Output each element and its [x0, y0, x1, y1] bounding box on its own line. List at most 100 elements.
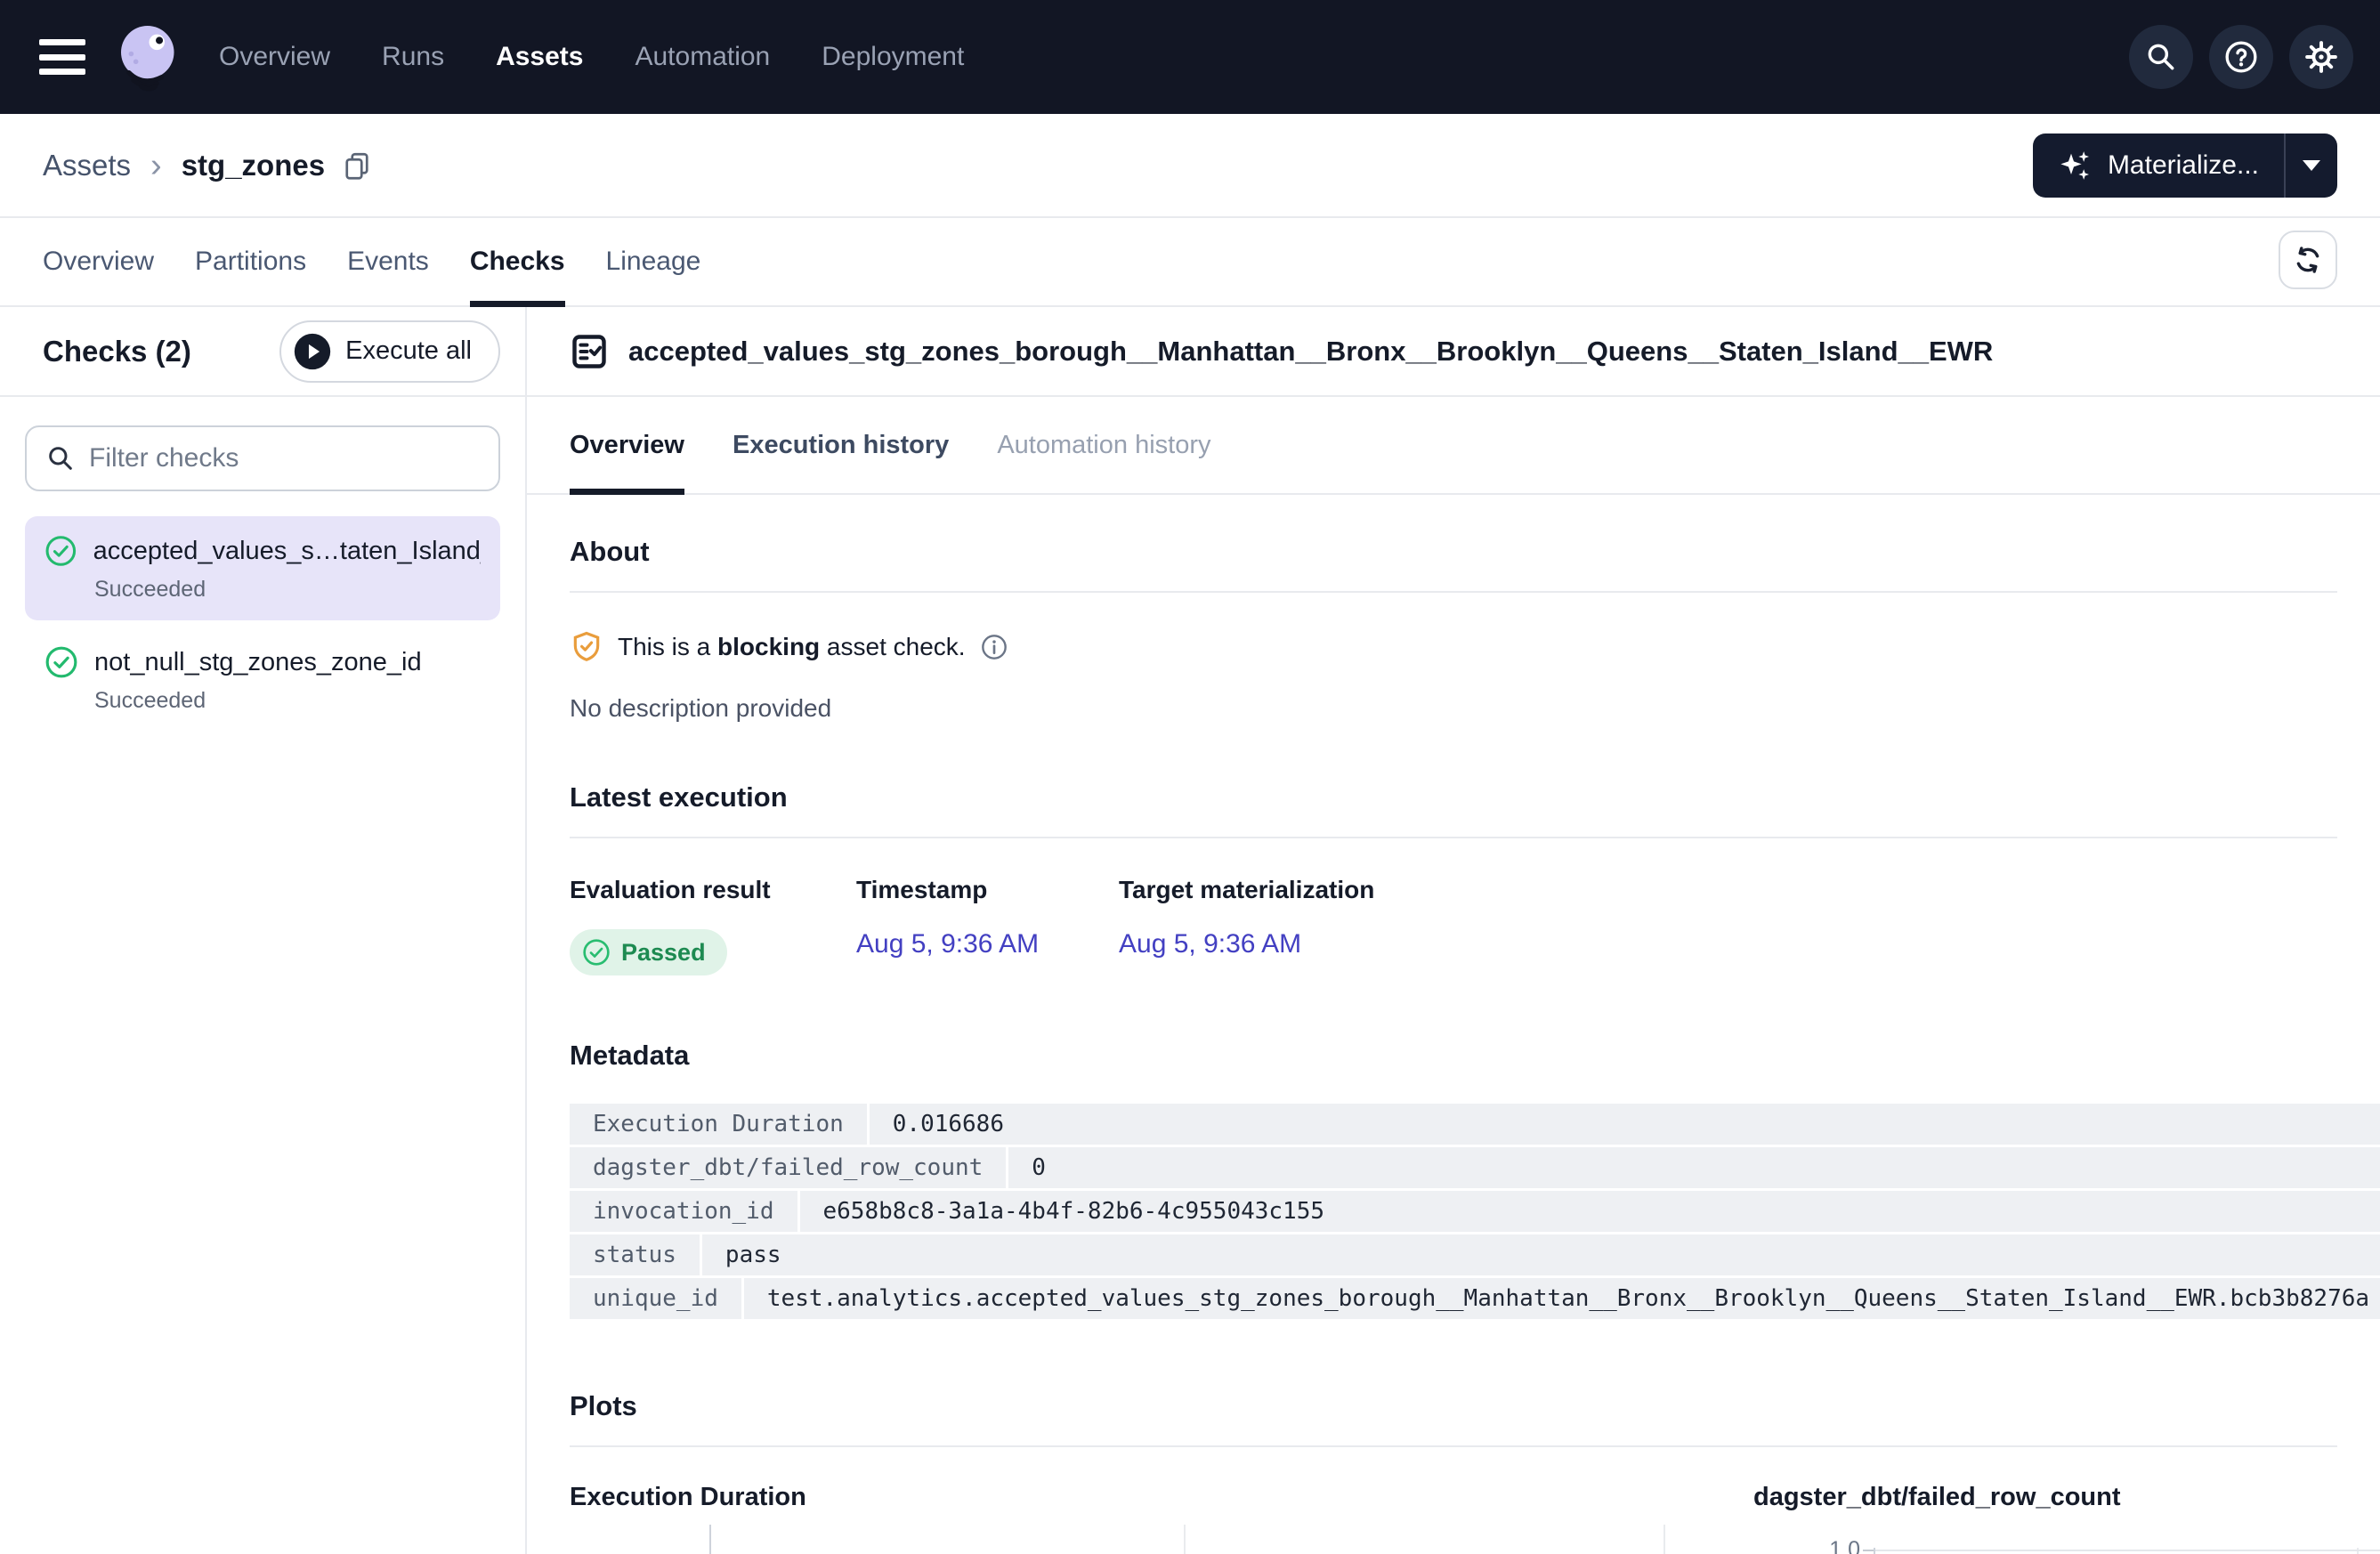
help-icon — [2223, 39, 2259, 75]
latest-execution-heading: Latest execution — [570, 781, 2337, 838]
check-list-item-accepted-values[interactable]: accepted_values_s…taten_Island_ Succeede… — [25, 516, 500, 620]
settings-button[interactable] — [2289, 25, 2353, 89]
latest-execution-grid: Evaluation result Passed — [570, 876, 2337, 975]
nav-assets[interactable]: Assets — [496, 42, 583, 72]
evaluation-result-header: Evaluation result — [570, 876, 856, 904]
checklist-icon — [570, 332, 609, 371]
plots-grid: Execution Duration 0.0174 dagster_dbt/fa… — [570, 1483, 2380, 1554]
copy-icon — [341, 150, 373, 182]
topbar-actions — [2129, 25, 2353, 89]
check-circle-icon — [582, 938, 611, 967]
copy-button[interactable] — [341, 150, 373, 182]
target-materialization-header: Target materialization — [1119, 876, 1374, 904]
metadata-heading: Metadata — [570, 1040, 2337, 1072]
metadata-value: pass — [702, 1234, 2380, 1275]
breadcrumb-assets-link[interactable]: Assets — [43, 149, 131, 182]
filter-checks-search[interactable] — [25, 425, 500, 491]
breadcrumb-row: Assets › stg_zones Materialize... — [0, 114, 2380, 218]
search-icon — [2144, 40, 2178, 74]
target-materialization-link[interactable]: Aug 5, 9:36 AM — [1119, 929, 1301, 959]
metadata-value: test.analytics.accepted_values_stg_zones… — [744, 1278, 2380, 1319]
tab-events[interactable]: Events — [347, 218, 429, 305]
materialize-dropdown-button[interactable] — [2284, 134, 2337, 198]
check-description: No description provided — [570, 694, 2337, 723]
metadata-value: 0.016686 — [870, 1104, 2380, 1145]
nav-runs[interactable]: Runs — [382, 42, 444, 72]
execute-all-label: Execute all — [345, 336, 472, 366]
materialize-button[interactable]: Materialize... — [2033, 134, 2284, 198]
metadata-key: Execution Duration — [570, 1104, 867, 1145]
check-circle-icon — [45, 534, 77, 568]
check-tab-overview[interactable]: Overview — [570, 397, 684, 493]
primary-nav: Overview Runs Assets Automation Deployme… — [219, 42, 964, 72]
checks-sidebar: Checks (2) Execute all — [0, 307, 527, 1554]
tab-partitions[interactable]: Partitions — [195, 218, 306, 305]
refresh-button[interactable] — [2279, 231, 2337, 289]
nav-automation[interactable]: Automation — [635, 42, 770, 72]
nav-overview[interactable]: Overview — [219, 42, 330, 72]
metadata-key: unique_id — [570, 1278, 741, 1319]
check-list-item-not-null[interactable]: not_null_stg_zones_zone_id Succeeded — [25, 627, 500, 732]
filter-checks-input[interactable] — [89, 443, 479, 473]
settings-icon — [2303, 39, 2339, 75]
play-circle-icon — [293, 332, 332, 371]
info-icon[interactable] — [980, 633, 1008, 661]
dagster-app: Overview Runs Assets Automation Deployme… — [0, 0, 2380, 1554]
metadata-value: 0 — [1008, 1147, 2380, 1188]
table-row: unique_id test.analytics.accepted_values… — [570, 1278, 2380, 1319]
top-nav-bar: Overview Runs Assets Automation Deployme… — [0, 0, 2380, 114]
breadcrumb-current-asset: stg_zones — [182, 149, 325, 182]
check-name: not_null_stg_zones_zone_id — [94, 648, 422, 677]
table-row: status pass — [570, 1234, 2380, 1275]
check-detail-tabs: Overview Execution history Automation hi… — [527, 397, 2380, 495]
tab-overview[interactable]: Overview — [43, 218, 154, 305]
check-circle-icon — [45, 645, 78, 679]
nav-deployment[interactable]: Deployment — [822, 42, 964, 72]
breadcrumb-separator: › — [150, 149, 162, 182]
tab-lineage[interactable]: Lineage — [606, 218, 701, 305]
check-tab-automation-history: Automation history — [997, 397, 1210, 493]
timestamp-header: Timestamp — [856, 876, 1119, 904]
caret-down-icon — [2303, 160, 2320, 171]
check-list: accepted_values_s…taten_Island_ Succeede… — [25, 516, 500, 732]
plots-heading: Plots — [570, 1390, 2337, 1447]
blocking-note: This is a blocking asset check. — [570, 630, 2337, 664]
check-detail-panel: accepted_values_stg_zones_borough__Manha… — [527, 307, 2380, 1554]
help-button[interactable] — [2209, 25, 2273, 89]
materialize-label: Materialize... — [2108, 150, 2259, 181]
timestamp-link[interactable]: Aug 5, 9:36 AM — [856, 929, 1039, 959]
table-row: invocation_id e658b8c8-3a1a-4b4f-82b6-4c… — [570, 1191, 2380, 1232]
metadata-table: Execution Duration 0.016686 dagster_dbt/… — [570, 1104, 2380, 1319]
sparkle-icon — [2058, 148, 2093, 183]
check-overview-content: About This is a blocking asset check. No… — [527, 495, 2380, 1554]
check-status: Succeeded — [94, 577, 481, 603]
tab-checks[interactable]: Checks — [470, 218, 565, 305]
chart-title: dagster_dbt/failed_row_count — [1753, 1483, 2380, 1512]
search-icon — [46, 444, 75, 473]
chart-title: Execution Duration — [570, 1483, 1736, 1512]
menu-icon[interactable] — [39, 39, 85, 75]
search-button[interactable] — [2129, 25, 2193, 89]
failed-row-count-chart: dagster_dbt/failed_row_count 1.0 0.6 — [1753, 1483, 2380, 1554]
about-heading: About — [570, 536, 2337, 593]
passed-status-badge: Passed — [570, 929, 727, 975]
metadata-key: invocation_id — [570, 1191, 797, 1232]
y-tick-label: 1.0 — [1731, 1537, 1860, 1554]
passed-label: Passed — [621, 939, 706, 967]
blocking-text: This is a blocking asset check. — [618, 633, 966, 661]
table-row: Execution Duration 0.016686 — [570, 1104, 2380, 1145]
metadata-key: dagster_dbt/failed_row_count — [570, 1147, 1006, 1188]
execution-duration-chart: Execution Duration 0.0174 — [570, 1483, 1736, 1554]
metadata-value: e658b8c8-3a1a-4b4f-82b6-4c955043c155 — [800, 1191, 2380, 1232]
check-name: accepted_values_s…taten_Island_ — [93, 537, 481, 566]
asset-tabs: Overview Partitions Events Checks Lineag… — [0, 218, 2380, 307]
table-row: dagster_dbt/failed_row_count 0 — [570, 1147, 2380, 1188]
execute-all-button[interactable]: Execute all — [279, 320, 500, 383]
dagster-logo[interactable] — [109, 20, 183, 94]
metadata-key: status — [570, 1234, 700, 1275]
shield-check-icon — [570, 630, 603, 664]
check-tab-execution-history[interactable]: Execution history — [733, 397, 949, 493]
check-detail-title: accepted_values_stg_zones_borough__Manha… — [628, 336, 1993, 368]
chart-canvas: 1.0 0.6 — [1753, 1525, 2380, 1554]
chart-canvas: 0.0174 — [570, 1525, 1736, 1554]
